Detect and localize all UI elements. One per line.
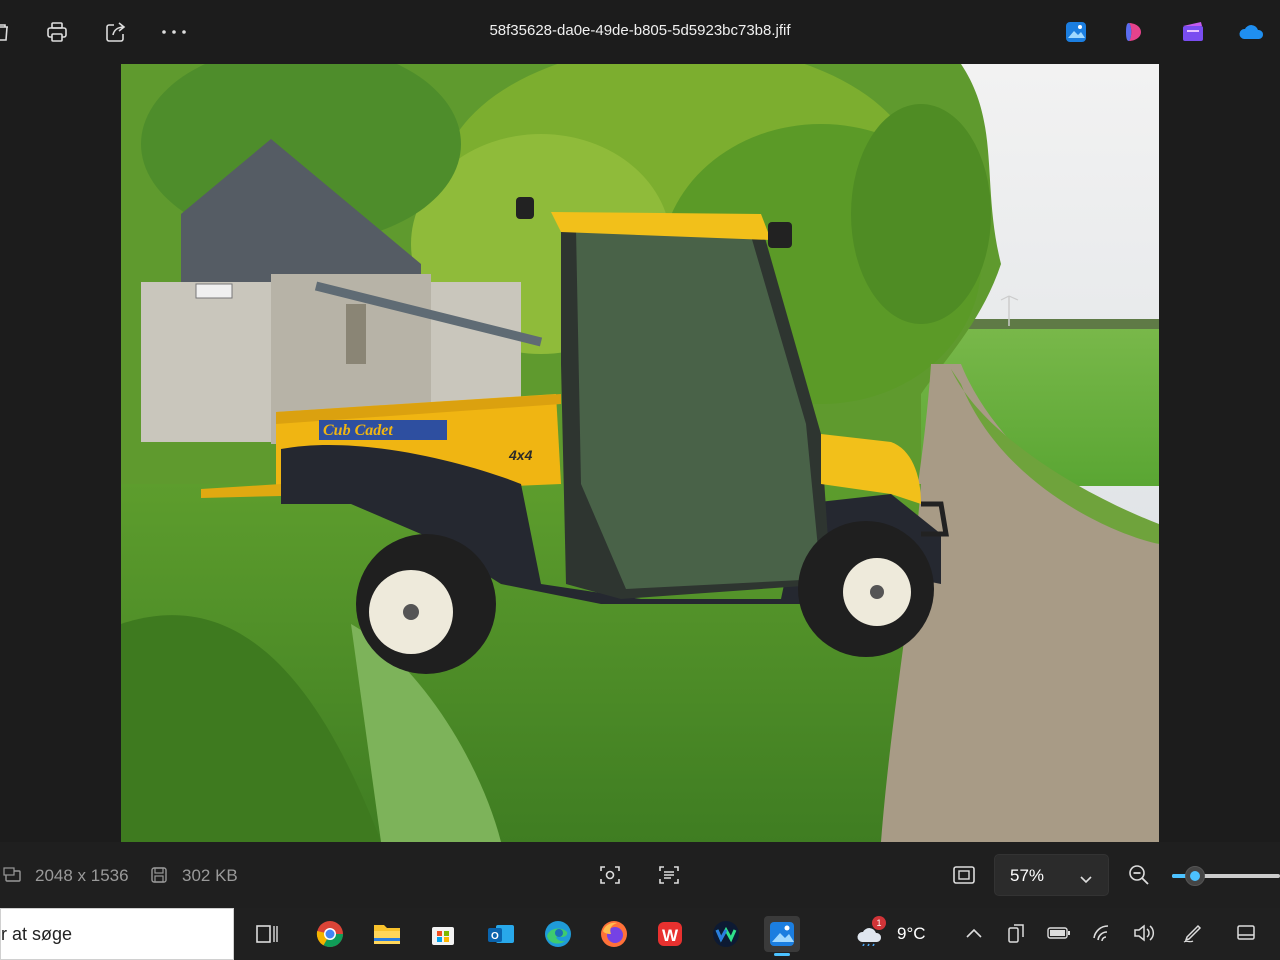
image-dimensions-icon bbox=[0, 862, 26, 888]
file-size-icon bbox=[146, 862, 172, 888]
file-explorer-icon[interactable] bbox=[369, 916, 405, 952]
photos-icon[interactable] bbox=[764, 916, 800, 956]
pen-menu-icon[interactable] bbox=[1180, 920, 1206, 946]
more-icon[interactable] bbox=[160, 18, 188, 46]
svg-text:W: W bbox=[662, 926, 679, 945]
weather-icon[interactable]: 1 bbox=[856, 916, 888, 946]
zoom-out-icon[interactable] bbox=[1126, 862, 1152, 888]
task-view-icon[interactable] bbox=[248, 916, 284, 952]
notification-center-icon[interactable] bbox=[1233, 920, 1259, 946]
battery-icon[interactable] bbox=[1046, 920, 1072, 946]
photos-app-icon[interactable] bbox=[1064, 20, 1088, 44]
chevron-up-icon[interactable] bbox=[961, 920, 987, 946]
zoom-slider-thumb[interactable] bbox=[1184, 866, 1205, 886]
file-size: 302 KB bbox=[182, 866, 238, 885]
title-bar: 58f35628-da0e-49de-b805-5d5923bc73b8.jfi… bbox=[0, 0, 1280, 64]
chevron-down-icon bbox=[1080, 869, 1092, 888]
text-scan-icon[interactable] bbox=[656, 862, 682, 888]
zoom-level-dropdown[interactable]: 57% bbox=[994, 854, 1109, 896]
firefox-icon[interactable] bbox=[596, 916, 632, 952]
zoom-level-value: 57% bbox=[1010, 866, 1045, 885]
print-icon[interactable] bbox=[43, 18, 71, 46]
visual-search-icon[interactable] bbox=[597, 862, 623, 888]
image-dimensions: 2048 x 1536 bbox=[35, 866, 129, 885]
weather-badge: 1 bbox=[872, 916, 886, 930]
onedrive-icon[interactable] bbox=[1239, 20, 1264, 44]
vehicle-brand-text: Cub Cadet bbox=[323, 422, 393, 439]
chrome-icon[interactable] bbox=[312, 916, 348, 952]
fit-to-window-icon[interactable] bbox=[951, 862, 977, 888]
file-name: 58f35628-da0e-49de-b805-5d5923bc73b8.jfi… bbox=[489, 22, 791, 39]
vehicle-badge-text: 4x4 bbox=[508, 447, 533, 463]
outlook-icon[interactable]: O bbox=[483, 916, 519, 952]
weather-temperature: 9°C bbox=[897, 924, 926, 943]
phone-link-icon[interactable] bbox=[1004, 920, 1030, 946]
copilot-icon[interactable] bbox=[1123, 20, 1147, 44]
edge-icon[interactable] bbox=[540, 916, 576, 952]
delete-icon[interactable] bbox=[0, 18, 16, 46]
wifi-icon[interactable] bbox=[1090, 920, 1116, 946]
share-icon[interactable] bbox=[102, 18, 130, 46]
webex-icon[interactable] bbox=[708, 916, 744, 952]
taskbar-search-box[interactable]: r at søge bbox=[0, 908, 234, 960]
clipchamp-icon[interactable] bbox=[1181, 20, 1205, 44]
store-icon[interactable] bbox=[425, 916, 461, 952]
volume-icon[interactable] bbox=[1131, 920, 1157, 946]
photo-canvas[interactable]: Cub Cadet 4x4 bbox=[121, 64, 1159, 842]
info-bar: 2048 x 1536 302 KB 57% bbox=[0, 842, 1280, 908]
search-text: r at søge bbox=[1, 924, 73, 944]
svg-text:O: O bbox=[491, 931, 499, 942]
wps-icon[interactable]: W bbox=[652, 916, 688, 952]
